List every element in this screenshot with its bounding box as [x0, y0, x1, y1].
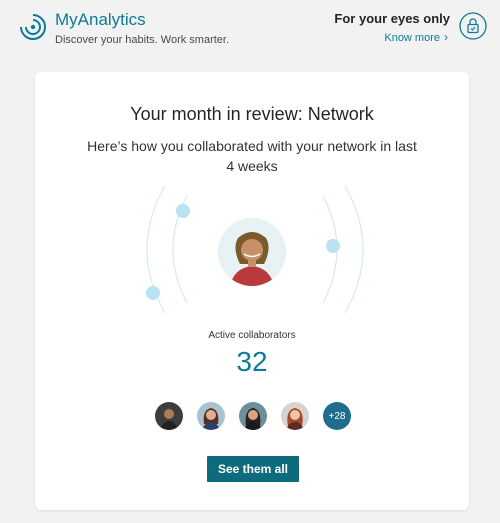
metric-label: Active collaborators	[208, 330, 296, 341]
card-title: Your month in review: Network	[130, 104, 374, 124]
app-tagline: Discover your habits. Work smarter.	[55, 34, 230, 46]
collaborator-avatar-list: +28	[155, 402, 351, 430]
chevron-right-icon: ›	[444, 30, 448, 44]
myanalytics-logo-icon	[20, 14, 46, 40]
privacy-title: For your eyes only	[334, 11, 450, 26]
network-review-card: Your month in review: Network Here’s how…	[35, 72, 469, 510]
app-header: MyAnalytics Discover your habits. Work s…	[0, 0, 500, 60]
lock-shield-icon	[459, 12, 487, 40]
active-collaborators-count: 32	[236, 346, 268, 377]
user-avatar	[218, 218, 286, 286]
card-subtitle: Here’s how you collaborated with your ne…	[87, 138, 417, 174]
collaborator-avatar[interactable]	[155, 402, 183, 430]
collaborator-avatar[interactable]	[239, 402, 267, 430]
collaborator-avatar[interactable]	[281, 402, 309, 430]
see-them-all-button[interactable]: See them all	[207, 456, 299, 482]
app-title: MyAnalytics	[55, 10, 146, 29]
know-more-label: Know more	[384, 32, 440, 44]
know-more-link[interactable]: Know more ›	[384, 30, 448, 44]
more-collaborators-badge[interactable]: +28	[323, 402, 351, 430]
collaborator-avatar[interactable]	[197, 402, 225, 430]
